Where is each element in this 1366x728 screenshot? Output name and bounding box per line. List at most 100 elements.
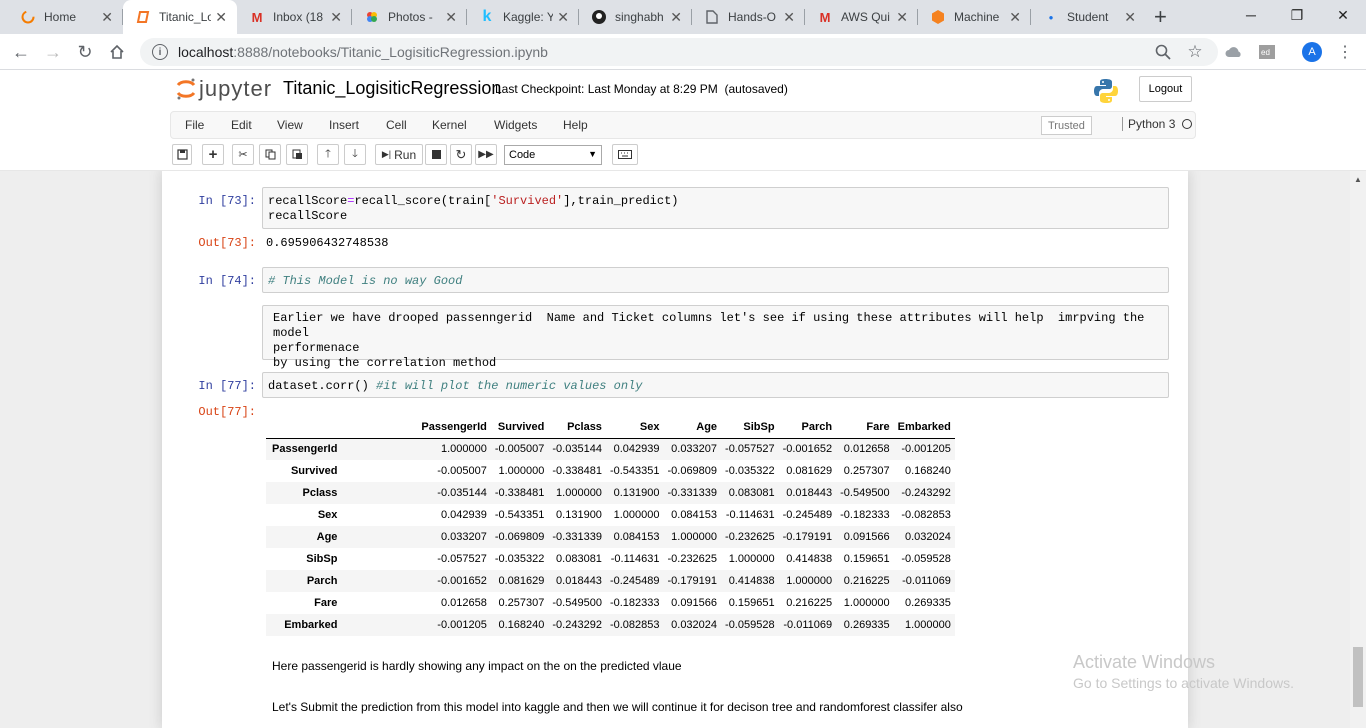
menu-cell[interactable]: Cell xyxy=(386,118,407,132)
code-cell-input[interactable]: # This Model is no way Good xyxy=(262,267,1169,293)
zoom-icon[interactable] xyxy=(1151,40,1175,64)
back-icon[interactable]: ← xyxy=(9,40,33,64)
close-icon[interactable]: ✕ xyxy=(445,9,457,26)
close-icon[interactable]: ✕ xyxy=(101,9,113,26)
table-row: Pclass -0.035144 -0.338481 1.000000 0.131900… xyxy=(266,482,955,504)
code-cell-input[interactable]: recallScore=recall_score(train['Survived… xyxy=(262,187,1169,229)
table-cell: 0.084153 xyxy=(613,531,660,543)
table-cell: -0.001205 xyxy=(437,619,487,631)
table-cell: 0.012658 xyxy=(843,443,890,456)
run-button[interactable]: ▶| Run xyxy=(375,144,423,165)
close-window-icon[interactable]: ✕ xyxy=(1320,0,1366,30)
browser-tab-kaggle[interactable]: k Kaggle: Y ✕ xyxy=(467,0,579,34)
table-row: Fare 0.012658 0.257307 -0.549500 -0.182333 0.… xyxy=(266,592,955,614)
table-cell: 0.269335 xyxy=(904,597,951,609)
table-cell: -0.331339 xyxy=(667,487,718,499)
close-icon[interactable]: ✕ xyxy=(670,9,682,26)
close-icon[interactable]: ✕ xyxy=(215,9,227,26)
ed-extension-icon[interactable]: ed xyxy=(1255,40,1279,64)
menu-help[interactable]: Help xyxy=(563,118,588,132)
reload-icon[interactable]: ↻ xyxy=(73,40,97,64)
table-cell: 1.000000 xyxy=(613,509,660,521)
close-icon[interactable]: ✕ xyxy=(1124,9,1136,26)
table-cell: 1.000000 xyxy=(786,575,833,587)
browser-tab-github[interactable]: singhabh ✕ xyxy=(579,0,692,34)
forward-icon[interactable]: → xyxy=(41,40,65,64)
page-scrollbar[interactable]: ▲ xyxy=(1350,171,1366,728)
browser-tab-inbox[interactable]: M Inbox (18 ✕ xyxy=(237,0,352,34)
cell-type-value: Code xyxy=(509,149,536,161)
insert-cell-button[interactable]: + xyxy=(202,144,224,165)
copy-button[interactable] xyxy=(259,144,281,165)
info-icon[interactable]: i xyxy=(152,44,168,60)
table-cell: -0.069809 xyxy=(667,465,718,477)
save-button[interactable] xyxy=(172,144,192,165)
browser-tab-home[interactable]: Home ✕ xyxy=(8,0,123,34)
browser-tab-student[interactable]: ● Student ✕ xyxy=(1031,0,1146,34)
paste-button[interactable] xyxy=(286,144,308,165)
window-controls: ─ ❐ ✕ xyxy=(1228,0,1366,34)
new-tab-button[interactable]: + xyxy=(1146,0,1182,34)
cut-button[interactable]: ✂ xyxy=(232,144,254,165)
menu-edit[interactable]: Edit xyxy=(231,118,252,132)
row-header: Pclass xyxy=(302,487,338,499)
browser-tab-photos[interactable]: Photos - ✕ xyxy=(352,0,467,34)
logout-button[interactable]: Logout xyxy=(1139,76,1192,102)
menu-widgets[interactable]: Widgets xyxy=(494,118,537,132)
menu-kernel[interactable]: Kernel xyxy=(432,118,467,132)
minimize-icon[interactable]: ─ xyxy=(1228,0,1274,30)
interrupt-button[interactable] xyxy=(425,144,447,165)
close-icon[interactable]: ✕ xyxy=(557,9,569,26)
python-logo-icon xyxy=(1093,78,1119,107)
table-cell: 0.159651 xyxy=(728,597,775,609)
menu-file[interactable]: File xyxy=(185,118,204,132)
activate-windows-watermark: Activate Windows Go to Settings to activ… xyxy=(1073,652,1294,691)
table-cell: -0.011069 xyxy=(902,575,951,587)
trusted-indicator[interactable]: Trusted xyxy=(1041,116,1092,135)
cell-type-select[interactable]: Code ▼ xyxy=(504,145,602,165)
cloud-extension-icon[interactable] xyxy=(1222,40,1246,64)
close-icon[interactable]: ✕ xyxy=(783,9,795,26)
table-cell: -0.338481 xyxy=(552,465,602,477)
tab-title: Kaggle: Y xyxy=(503,10,554,24)
restart-run-all-button[interactable]: ▶▶ xyxy=(475,144,497,165)
browser-tab-machine[interactable]: Machine ✕ xyxy=(918,0,1031,34)
scroll-up-icon[interactable]: ▲ xyxy=(1354,175,1362,184)
browser-tab-aws[interactable]: M AWS Qui ✕ xyxy=(805,0,918,34)
maximize-icon[interactable]: ❐ xyxy=(1274,0,1320,30)
table-cell: 0.414838 xyxy=(786,553,833,565)
jupyter-logo[interactable]: jupyter xyxy=(175,76,272,102)
column-header: Survived xyxy=(490,416,549,439)
command-palette-button[interactable] xyxy=(612,144,638,165)
bookmark-star-icon[interactable]: ☆ xyxy=(1183,40,1207,64)
menu-view[interactable]: View xyxy=(277,118,303,132)
table-cell: 0.168240 xyxy=(498,619,545,631)
table-cell: -0.011069 xyxy=(783,619,833,631)
menu-kebab-icon[interactable]: ⋮ xyxy=(1333,40,1357,64)
close-icon[interactable]: ✕ xyxy=(1009,9,1021,26)
close-icon[interactable]: ✕ xyxy=(896,9,908,26)
tab-title: Inbox (18 xyxy=(273,10,324,24)
move-down-button[interactable]: 🡓 xyxy=(344,144,366,165)
menu-insert[interactable]: Insert xyxy=(329,118,359,132)
input-prompt: In [73]: xyxy=(198,194,256,208)
table-cell: -0.059528 xyxy=(901,553,951,565)
github-icon xyxy=(591,9,607,25)
restart-button[interactable]: ↻ xyxy=(450,144,472,165)
markdown-text: Here passengerid is hardly showing any i… xyxy=(272,659,682,673)
browser-tab-titanic[interactable]: Titanic_Lo ✕ xyxy=(123,0,237,34)
table-cell: -0.035322 xyxy=(494,553,545,565)
scrollbar-thumb[interactable] xyxy=(1353,647,1363,707)
url-input[interactable]: i localhost:8888/notebooks/Titanic_Logis… xyxy=(140,38,1218,66)
profile-avatar[interactable]: A xyxy=(1300,40,1324,64)
raw-cell[interactable]: Earlier we have drooped passenngerid Nam… xyxy=(262,305,1169,370)
kernel-indicator: Python 3 xyxy=(1122,117,1193,131)
move-up-button[interactable]: 🡑 xyxy=(317,144,339,165)
close-icon[interactable]: ✕ xyxy=(330,9,342,26)
tab-title: Titanic_Lo xyxy=(159,10,212,24)
notebook-name[interactable]: Titanic_LogisiticRegression xyxy=(283,78,501,99)
home-icon[interactable] xyxy=(105,40,129,64)
code-cell-input[interactable]: dataset.corr() #it will plot the numeric… xyxy=(262,372,1169,398)
table-cell: 0.083081 xyxy=(728,487,775,499)
browser-tab-hands-on[interactable]: Hands-O ✕ xyxy=(692,0,805,34)
